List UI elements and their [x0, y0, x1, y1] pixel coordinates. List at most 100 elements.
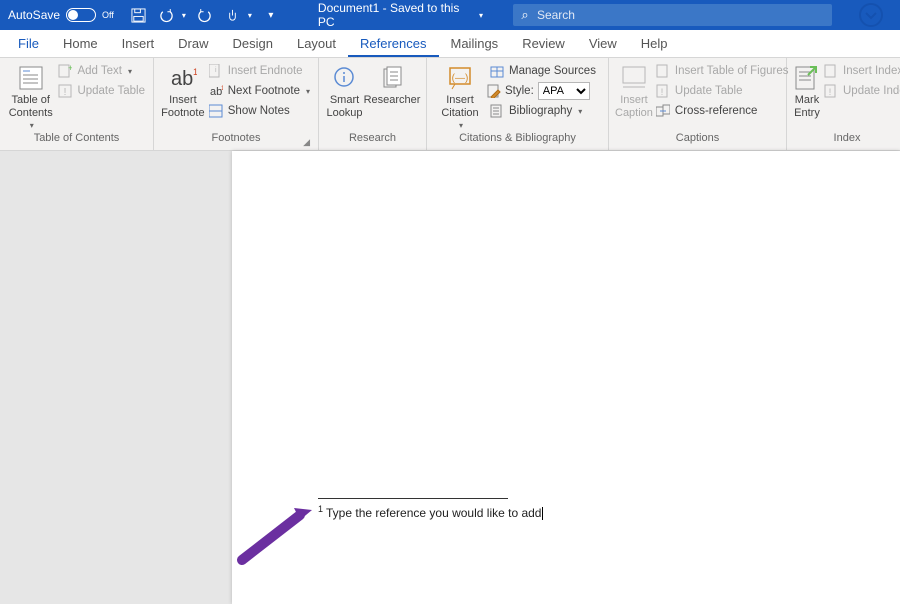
- insert-caption-button[interactable]: Insert Caption: [615, 60, 653, 119]
- dialog-launcher-icon[interactable]: ◢: [303, 137, 310, 148]
- group-label: Captions: [615, 132, 780, 150]
- group-captions: Insert Caption Insert Table of Figures !…: [609, 58, 787, 150]
- tab-layout[interactable]: Layout: [285, 31, 348, 57]
- cross-reference-button[interactable]: Cross-reference: [653, 102, 791, 120]
- chevron-down-icon[interactable]: ▾: [182, 11, 186, 20]
- annotation-arrow-icon: [234, 502, 324, 572]
- show-notes-icon: [208, 103, 224, 119]
- chevron-down-icon[interactable]: ▾: [248, 11, 252, 20]
- add-text-icon: +: [57, 63, 73, 79]
- tab-mailings[interactable]: Mailings: [439, 31, 511, 57]
- update-icon: !: [655, 83, 671, 99]
- tof-icon: [655, 63, 671, 79]
- chevron-down-icon: ▾: [459, 121, 463, 130]
- chevron-down-icon: ▾: [128, 67, 132, 76]
- insert-footnote-button[interactable]: ab1 Insert Footnote: [160, 60, 206, 119]
- tab-insert[interactable]: Insert: [110, 31, 167, 57]
- document-title[interactable]: Document1 - Saved to this PC ▾: [288, 1, 513, 29]
- style-icon: [487, 84, 501, 98]
- svg-text:1: 1: [221, 86, 223, 92]
- ribbon-display-options[interactable]: [842, 0, 900, 30]
- tab-review[interactable]: Review: [510, 31, 577, 57]
- svg-text:1: 1: [193, 67, 197, 77]
- touch-mode-icon[interactable]: [224, 6, 242, 24]
- smart-lookup-icon: [331, 64, 359, 92]
- chevron-down-icon: ▾: [578, 107, 582, 116]
- group-footnotes: ab1 Insert Footnote iInsert Endnote ab1N…: [154, 58, 319, 150]
- ribbon-tabs: File Home Insert Draw Design Layout Refe…: [0, 30, 900, 58]
- insert-table-of-figures-button[interactable]: Insert Table of Figures: [653, 62, 791, 80]
- page[interactable]: [232, 151, 900, 604]
- group-label: Research: [325, 132, 420, 150]
- researcher-icon: [378, 64, 406, 92]
- insert-index-button[interactable]: Insert Index: [821, 62, 900, 80]
- title-bar: AutoSave Off ▾ ▾ ▾ Document1 - Saved to …: [0, 0, 900, 30]
- mark-entry-button[interactable]: Mark Entry: [793, 60, 821, 119]
- save-icon[interactable]: [130, 6, 148, 24]
- toc-icon: [17, 64, 45, 92]
- show-notes-button[interactable]: Show Notes: [206, 102, 312, 120]
- table-of-contents-button[interactable]: Table of Contents ▾: [6, 60, 55, 130]
- autosave-label: AutoSave: [8, 8, 60, 22]
- svg-text:!: !: [829, 87, 832, 97]
- manage-sources-button[interactable]: Manage Sources: [487, 62, 598, 80]
- footnote-separator: [318, 498, 508, 499]
- cross-ref-icon: [655, 103, 671, 119]
- update-table-button[interactable]: !Update Table: [55, 82, 147, 100]
- search-icon: ⌕: [513, 7, 537, 23]
- tab-home[interactable]: Home: [51, 31, 110, 57]
- tab-draw[interactable]: Draw: [166, 31, 220, 57]
- toggle-off-icon: [66, 8, 96, 22]
- group-index: Mark Entry Insert Index !Update Index In…: [787, 58, 900, 150]
- group-research: Smart Lookup Researcher Research: [319, 58, 427, 150]
- citation-style-selector[interactable]: Style: APA: [487, 82, 598, 100]
- caption-icon: [620, 64, 648, 92]
- svg-text:+: +: [68, 64, 72, 73]
- redo-icon[interactable]: [196, 6, 214, 24]
- group-label: Citations & Bibliography: [433, 132, 602, 150]
- search-input[interactable]: [537, 8, 832, 22]
- group-label: Table of Contents: [6, 132, 147, 150]
- tab-file[interactable]: File: [6, 31, 51, 57]
- bibliography-icon: [489, 103, 505, 119]
- insert-citation-button[interactable]: (—) Insert Citation ▾: [433, 60, 487, 130]
- chevron-down-icon: ▾: [479, 11, 483, 20]
- insert-endnote-button[interactable]: iInsert Endnote: [206, 62, 312, 80]
- group-label: Index: [793, 132, 900, 150]
- update-table-captions-button[interactable]: !Update Table: [653, 82, 791, 100]
- tab-references[interactable]: References: [348, 31, 438, 57]
- quick-access-toolbar: ▾ ▾ ▾: [122, 6, 288, 24]
- group-label: Footnotes: [212, 132, 261, 144]
- citation-icon: (—): [446, 64, 474, 92]
- svg-text:i: i: [215, 67, 217, 74]
- chevron-down-icon: ▾: [30, 121, 34, 130]
- autosave-toggle[interactable]: AutoSave Off: [0, 8, 122, 22]
- document-canvas[interactable]: [0, 151, 900, 604]
- mark-entry-icon: [793, 64, 821, 92]
- tab-help[interactable]: Help: [629, 31, 680, 57]
- update-icon: !: [57, 83, 73, 99]
- next-footnote-button[interactable]: ab1Next Footnote▾: [206, 82, 312, 100]
- tab-view[interactable]: View: [577, 31, 629, 57]
- researcher-button[interactable]: Researcher: [364, 60, 420, 107]
- style-dropdown[interactable]: APA: [538, 82, 590, 100]
- bibliography-button[interactable]: Bibliography▾: [487, 102, 598, 120]
- text-cursor: [542, 507, 543, 520]
- undo-icon[interactable]: [158, 6, 176, 24]
- footnote-entry[interactable]: 1Type the reference you would like to ad…: [318, 504, 543, 521]
- add-text-button[interactable]: +Add Text▾: [55, 62, 147, 80]
- smart-lookup-button[interactable]: Smart Lookup: [325, 60, 364, 119]
- footnote-icon: ab1: [169, 64, 197, 92]
- search-box[interactable]: ⌕: [513, 4, 832, 26]
- svg-text:(—): (—): [452, 73, 469, 84]
- tab-design[interactable]: Design: [221, 31, 285, 57]
- update-index-button[interactable]: !Update Index: [821, 82, 900, 100]
- svg-text:!: !: [64, 87, 67, 98]
- svg-text:ab: ab: [171, 68, 193, 90]
- autosave-state: Off: [102, 10, 114, 20]
- group-table-of-contents: Table of Contents ▾ +Add Text▾ !Update T…: [0, 58, 154, 150]
- index-icon: [823, 63, 839, 79]
- footnote-text: Type the reference you would like to add: [326, 506, 541, 520]
- svg-text:!: !: [661, 87, 664, 97]
- customize-qat-icon[interactable]: ▾: [262, 6, 280, 24]
